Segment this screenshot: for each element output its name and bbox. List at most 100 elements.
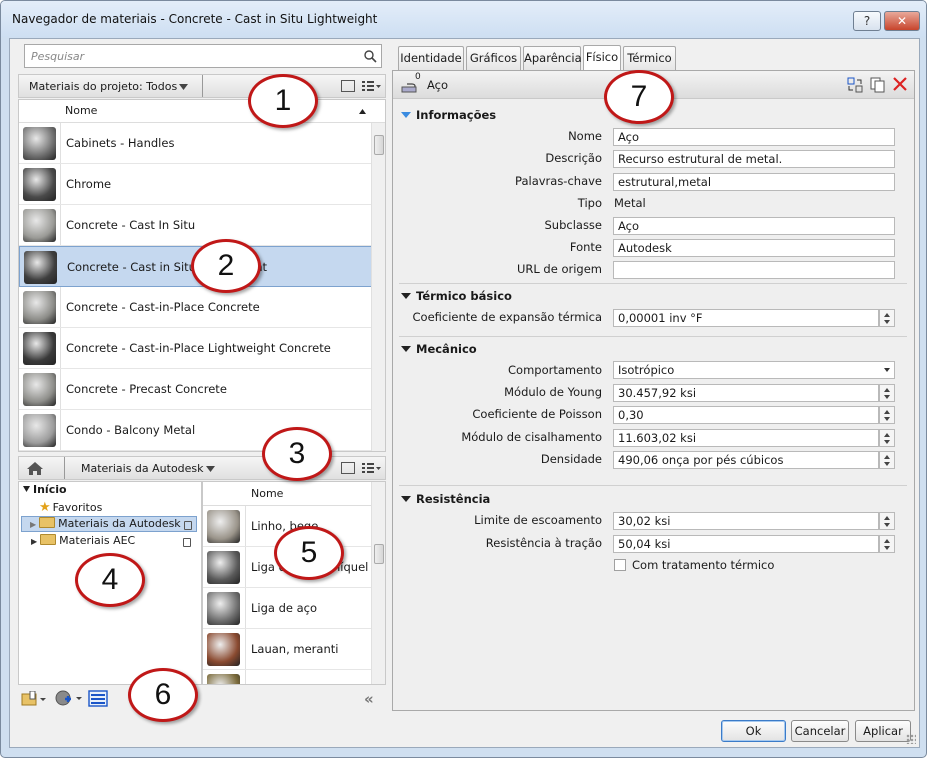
property-field[interactable]: Aço	[613, 217, 895, 235]
material-swatch	[23, 168, 56, 201]
property-field[interactable]	[613, 261, 895, 279]
material-name: Chrome	[66, 177, 112, 191]
spinner-buttons[interactable]	[879, 512, 895, 530]
scrollbar-thumb[interactable]	[374, 544, 384, 564]
thermal-expansion-field[interactable]: 0,00001 inv °F	[613, 309, 879, 327]
list-view-icon[interactable]	[362, 462, 382, 474]
expand-down-icon[interactable]	[401, 496, 411, 502]
library-materials-list: Nome Linho, begeLiga de cobre-níquel - C…	[202, 481, 386, 685]
spinner-buttons[interactable]	[879, 406, 895, 424]
material-name: Condo - Balcony Metal	[66, 423, 196, 437]
material-row[interactable]: Concrete - Cast-in-Place Concrete	[19, 287, 385, 328]
project-list-scrollbar[interactable]	[371, 123, 385, 451]
property-field[interactable]: Recurso estrutural de metal.	[613, 150, 895, 168]
help-button[interactable]: ?	[853, 11, 881, 31]
tab-físico[interactable]: Físico	[583, 45, 621, 71]
create-material-icon[interactable]	[55, 690, 83, 707]
property-label: Coeficiente de Poisson	[472, 407, 602, 421]
library-material-row[interactable]: Liga de aço	[203, 588, 385, 629]
callout-3: 3	[262, 427, 332, 481]
spinner-buttons[interactable]	[879, 429, 895, 447]
property-label: Módulo de cisalhamento	[461, 430, 602, 444]
expand-down-icon[interactable]	[401, 346, 411, 352]
material-row[interactable]: Chrome	[19, 164, 385, 205]
property-field[interactable]: 490,06 onça por pés cúbicos	[613, 451, 879, 469]
section-mechanical-header[interactable]: Mecânico	[401, 342, 477, 356]
chevron-down-icon[interactable]	[179, 84, 188, 90]
list-header[interactable]: Nome	[19, 100, 385, 123]
tree-item-autodesk-materials[interactable]: ▶ Materiais da Autodesk	[21, 516, 197, 532]
property-field[interactable]: 11.603,02 ksi	[613, 429, 879, 447]
material-row[interactable]: Concrete - Precast Concrete	[19, 369, 385, 410]
material-row[interactable]: Concrete - Cast In Situ	[19, 205, 385, 246]
property-field[interactable]: 30.457,92 ksi	[613, 384, 879, 402]
remove-asset-icon[interactable]	[893, 77, 907, 91]
search-input[interactable]: Pesquisar	[24, 44, 382, 68]
list-header[interactable]: Nome	[203, 482, 385, 506]
callout-2: 2	[191, 239, 261, 293]
library-list-scrollbar[interactable]	[371, 482, 385, 684]
tree-item-aec-materials[interactable]: ▶ Materiais AEC	[21, 534, 197, 550]
expand-right-icon[interactable]: ▶	[30, 520, 36, 529]
duplicate-asset-icon[interactable]	[870, 77, 886, 93]
cancel-button[interactable]: Cancelar	[791, 720, 849, 742]
property-label: Limite de escoamento	[474, 513, 602, 527]
property-field[interactable]: Autodesk	[613, 239, 895, 257]
resize-grip[interactable]	[906, 734, 916, 744]
property-label: Palavras-chave	[515, 174, 602, 188]
section-strength-header[interactable]: Resistência	[401, 492, 490, 506]
panel-view-icon[interactable]	[341, 462, 355, 474]
name-column-header[interactable]: Nome	[65, 104, 97, 117]
tree-item-favorites[interactable]: ★ Favoritos	[39, 500, 102, 515]
name-column-header[interactable]: Nome	[251, 487, 283, 500]
library-manage-icon[interactable]	[21, 691, 47, 707]
replace-asset-icon[interactable]	[847, 77, 863, 93]
property-field[interactable]: 0,30	[613, 406, 879, 424]
project-filter-label[interactable]: Materiais do projeto: Todos	[29, 80, 177, 93]
property-value: Metal	[614, 196, 646, 210]
breadcrumb-separator	[53, 457, 65, 479]
ok-button[interactable]: Ok	[721, 720, 786, 742]
window-title: Navegador de materiais - Concrete - Cast…	[12, 12, 378, 26]
property-field[interactable]: 50,04 ksi	[613, 535, 879, 553]
expand-down-icon[interactable]	[401, 293, 411, 299]
library-name-label[interactable]: Materiais da Autodesk	[81, 462, 204, 475]
spinner-buttons[interactable]	[879, 384, 895, 402]
spinner-buttons[interactable]	[879, 535, 895, 553]
library-material-row[interactable]: Lauan, meranti	[203, 629, 385, 670]
list-view-icon[interactable]	[362, 80, 382, 92]
library-material-row[interactable]: Latão	[203, 670, 385, 684]
material-row[interactable]: Cabinets - Handles	[19, 123, 385, 164]
chevron-down-icon[interactable]	[884, 368, 890, 372]
search-icon[interactable]	[363, 49, 377, 63]
spinner-buttons[interactable]	[879, 451, 895, 469]
behavior-select[interactable]: Isotrópico	[613, 361, 895, 379]
property-field[interactable]: estrutural,metal	[613, 173, 895, 191]
apply-button[interactable]: Aplicar	[855, 720, 911, 742]
close-button[interactable]: ✕	[884, 11, 920, 31]
home-icon[interactable]	[27, 462, 43, 475]
scrollbar-thumb[interactable]	[374, 135, 384, 155]
asset-editor-toggle-icon[interactable]	[88, 690, 108, 707]
panel-view-icon[interactable]	[341, 80, 355, 92]
section-info-header[interactable]: Informações	[401, 108, 496, 122]
callout-4: 4	[75, 553, 145, 607]
property-field[interactable]: Aço	[613, 128, 895, 146]
thermal-expansion-label: Coeficiente de expansão térmica	[412, 310, 602, 324]
material-row[interactable]: Concrete - Cast-in-Place Lightweight Con…	[19, 328, 385, 369]
spinner-buttons[interactable]	[879, 309, 895, 327]
tab-térmico[interactable]: Térmico	[623, 46, 676, 70]
expand-right-icon[interactable]: ▶	[31, 537, 37, 546]
library-toolbar: «	[18, 687, 386, 711]
heat-treated-checkbox[interactable]	[614, 559, 626, 571]
tab-aparência[interactable]: Aparência	[523, 46, 582, 70]
chevron-down-icon[interactable]	[206, 466, 215, 472]
tab-identidade[interactable]: Identidade	[398, 46, 464, 70]
expand-down-icon[interactable]	[23, 486, 30, 492]
expand-down-icon[interactable]	[401, 112, 411, 118]
tab-gráficos[interactable]: Gráficos	[466, 46, 521, 70]
property-field[interactable]: 30,02 ksi	[613, 512, 879, 530]
tree-root[interactable]: Início	[23, 483, 67, 496]
collapse-double-chevron-icon[interactable]: «	[364, 690, 374, 708]
section-thermal-header[interactable]: Térmico básico	[401, 289, 512, 303]
